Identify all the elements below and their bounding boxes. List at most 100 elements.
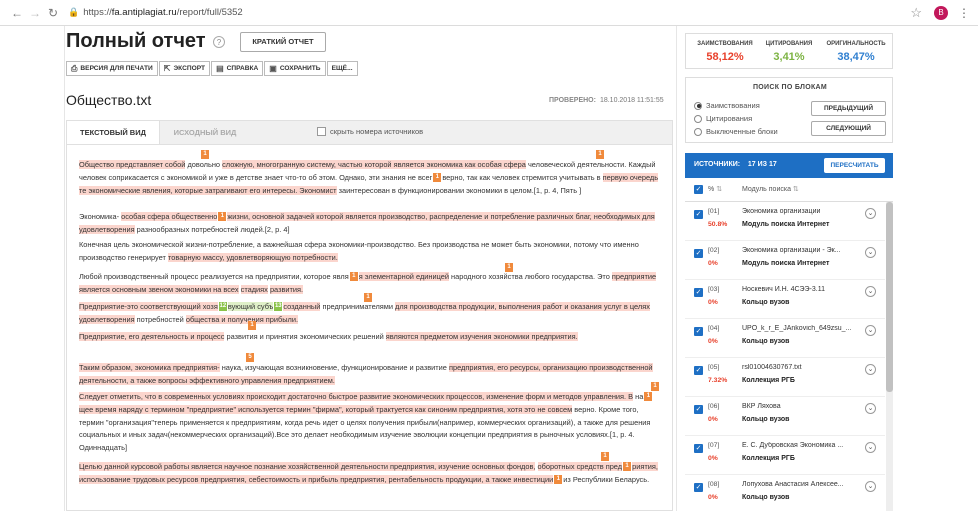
expand-icon[interactable]: ⌄: [865, 325, 876, 336]
previous-block-button[interactable]: ПРЕДЫДУЩИЙ: [811, 101, 886, 116]
source-badge[interactable]: 1: [644, 392, 653, 401]
address-bar[interactable]: 🔒 https://fa.antiplagiat.ru/report/full/…: [68, 4, 910, 22]
expand-icon[interactable]: ⌄: [865, 481, 876, 492]
source-badge[interactable]: 1: [201, 150, 209, 159]
sort-icon: ⇅: [716, 186, 723, 193]
source-row[interactable]: ✓ [01] 50.8% Экономика организации Модуль по…: [685, 202, 885, 241]
borrowed-fragment[interactable]: особая сфера общественно: [121, 212, 218, 221]
more-button[interactable]: ЕЩЁ...: [326, 61, 358, 76]
source-checkbox[interactable]: ✓: [694, 366, 703, 375]
sources-count: 17 ИЗ 17: [747, 161, 777, 168]
source-name[interactable]: rsl01004630767.txt: [742, 364, 862, 371]
expand-icon[interactable]: ⌄: [865, 442, 876, 453]
source-badge[interactable]: 1: [554, 474, 563, 484]
save-button[interactable]: ▣ СОХРАНИТЬ: [264, 61, 326, 76]
borrowed-fragment[interactable]: щее время наряду с термином "предприятие…: [79, 404, 573, 414]
source-name[interactable]: Е. С. Дубровская Экономика ...: [742, 442, 862, 449]
borrowed-fragment[interactable]: стадиях: [240, 284, 268, 294]
source-badge[interactable]: 1: [218, 212, 227, 221]
source-row[interactable]: ✓ [05] 7.32% rsl01004630767.txt Коллекция РГ…: [685, 358, 885, 397]
radio-icon[interactable]: [694, 127, 702, 136]
borrowed-fragment[interactable]: оборотных средств пред: [537, 462, 623, 471]
expand-icon[interactable]: ⌄: [865, 364, 876, 375]
source-name[interactable]: Экономика организации - Эк...: [742, 247, 862, 254]
module-column[interactable]: Модуль поиска ⇅: [742, 185, 799, 193]
citation-badge[interactable]: 13: [274, 302, 283, 311]
short-report-button[interactable]: КРАТКИЙ ОТЧЕТ: [240, 32, 326, 52]
borrowed-fragment[interactable]: Предприятие, его деятельность и процесс: [79, 332, 225, 341]
forward-icon[interactable]: →: [26, 6, 44, 20]
source-name[interactable]: ВКР Ляхова: [742, 403, 862, 410]
profile-avatar[interactable]: B: [934, 5, 948, 20]
borrowed-fragment[interactable]: сложную, многогранную систему, частью ко…: [222, 160, 526, 169]
source-name[interactable]: Носкевич И.Н. 4СЭЭ-3.11: [742, 286, 862, 293]
source-checkbox[interactable]: ✓: [694, 210, 703, 219]
borrowed-fragment[interactable]: Предприятие-это соответствующий хозя: [79, 302, 218, 311]
source-badge[interactable]: 1: [623, 462, 632, 471]
source-checkbox[interactable]: ✓: [694, 288, 703, 297]
reload-icon[interactable]: ↻: [44, 6, 62, 20]
browser-menu-icon[interactable]: ⋮: [958, 6, 970, 20]
next-block-button[interactable]: СЛЕДУЮЩИЙ: [811, 121, 886, 136]
expand-icon[interactable]: ⌄: [865, 247, 876, 258]
borrowed-fragment[interactable]: созданный: [283, 302, 321, 311]
expand-icon[interactable]: ⌄: [865, 403, 876, 414]
citation-badge[interactable]: 12: [218, 302, 227, 311]
help-icon[interactable]: ?: [213, 36, 225, 48]
print-version-button[interactable]: ⎙ ВЕРСИЯ ДЛЯ ПЕЧАТИ: [66, 61, 158, 76]
radio-disabled-blocks[interactable]: Выключенные блоки: [694, 127, 778, 136]
tab-text-view[interactable]: ТЕКСТОВЫЙ ВИД: [67, 121, 160, 145]
tab-source-view[interactable]: ИСХОДНЫЙ ВИД: [160, 121, 250, 145]
borrowed-fragment[interactable]: я элементарной единицей: [358, 272, 449, 281]
borrowings-label: ЗАИМСТВОВАНИЯ: [697, 41, 753, 47]
source-badge[interactable]: 1: [349, 272, 358, 281]
borrowed-fragment[interactable]: Общество представляет собой: [79, 160, 186, 169]
source-row[interactable]: ✓ [03] 0% Носкевич И.Н. 4СЭЭ-3.11 Кольцо вуз…: [685, 280, 885, 319]
radio-selected-icon[interactable]: [694, 101, 702, 110]
back-icon[interactable]: ←: [8, 6, 26, 20]
borrowed-fragment[interactable]: Целью данной курсовой работы является на…: [79, 462, 536, 471]
source-checkbox[interactable]: ✓: [694, 405, 703, 414]
source-row[interactable]: ✓ [08] 0% Лопухова Анастасия Алексее... Коль…: [685, 475, 885, 511]
source-badge[interactable]: 5: [246, 353, 254, 362]
help-button[interactable]: ▤ СПРАВКА: [211, 61, 264, 76]
expand-icon[interactable]: ⌄: [865, 208, 876, 219]
cited-fragment[interactable]: вующий субъ: [227, 302, 274, 311]
borrowed-fragment[interactable]: являются предметом изучения экономики пр…: [385, 332, 578, 341]
source-badge[interactable]: 1: [433, 172, 442, 182]
borrowed-fragment[interactable]: товарную массу, удовлетворяющую потребно…: [167, 252, 338, 262]
sources-scrollbar[interactable]: [886, 202, 893, 511]
source-badge[interactable]: 1: [248, 321, 256, 330]
source-badge[interactable]: 1: [596, 150, 604, 159]
source-name[interactable]: Экономика организации: [742, 208, 862, 215]
select-all-checkbox[interactable]: ✓: [694, 185, 703, 194]
source-row[interactable]: ✓ [07] 0% Е. С. Дубровская Экономика ... Кол…: [685, 436, 885, 475]
hide-numbers-checkbox[interactable]: [317, 127, 326, 136]
percent-column[interactable]: % ⇅: [708, 185, 722, 193]
borrowed-fragment[interactable]: развития.: [269, 284, 304, 294]
source-badge[interactable]: 1: [651, 382, 659, 391]
scrollbar-thumb[interactable]: [886, 202, 893, 392]
source-checkbox[interactable]: ✓: [694, 249, 703, 258]
source-name[interactable]: Лопухова Анастасия Алексее...: [742, 481, 862, 488]
borrowed-fragment[interactable]: Следует отметить, что в современных усло…: [79, 392, 634, 401]
source-checkbox[interactable]: ✓: [694, 483, 703, 492]
hide-numbers-toggle[interactable]: скрыть номера источников: [317, 127, 423, 136]
source-badge[interactable]: 1: [601, 452, 609, 461]
recount-button[interactable]: ПЕРЕСЧИТАТЬ: [824, 158, 885, 173]
radio-borrowings[interactable]: Заимствования: [694, 101, 760, 110]
source-module: Кольцо вузов: [742, 494, 790, 501]
source-checkbox[interactable]: ✓: [694, 327, 703, 336]
source-row[interactable]: ✓ [06] 0% ВКР Ляхова Кольцо вузов ⌄: [685, 397, 885, 436]
borrowed-fragment[interactable]: Таким образом, экономика предприятия-: [79, 363, 220, 372]
borrowed-fragment[interactable]: общества и получения прибыли.: [185, 314, 299, 324]
expand-icon[interactable]: ⌄: [865, 286, 876, 297]
bookmark-star-icon[interactable]: ☆: [910, 5, 922, 21]
source-name[interactable]: UPO_k_r_E_JAnkovich_649zsu_...: [742, 325, 862, 332]
export-button[interactable]: ⇱ ЭКСПОРТ: [158, 61, 211, 76]
source-row[interactable]: ✓ [02] 0% Экономика организации - Эк... Моду…: [685, 241, 885, 280]
radio-citations[interactable]: Цитирования: [694, 114, 752, 123]
source-checkbox[interactable]: ✓: [694, 444, 703, 453]
source-row[interactable]: ✓ [04] 0% UPO_k_r_E_JAnkovich_649zsu_... Кол…: [685, 319, 885, 358]
radio-icon[interactable]: [694, 114, 702, 123]
